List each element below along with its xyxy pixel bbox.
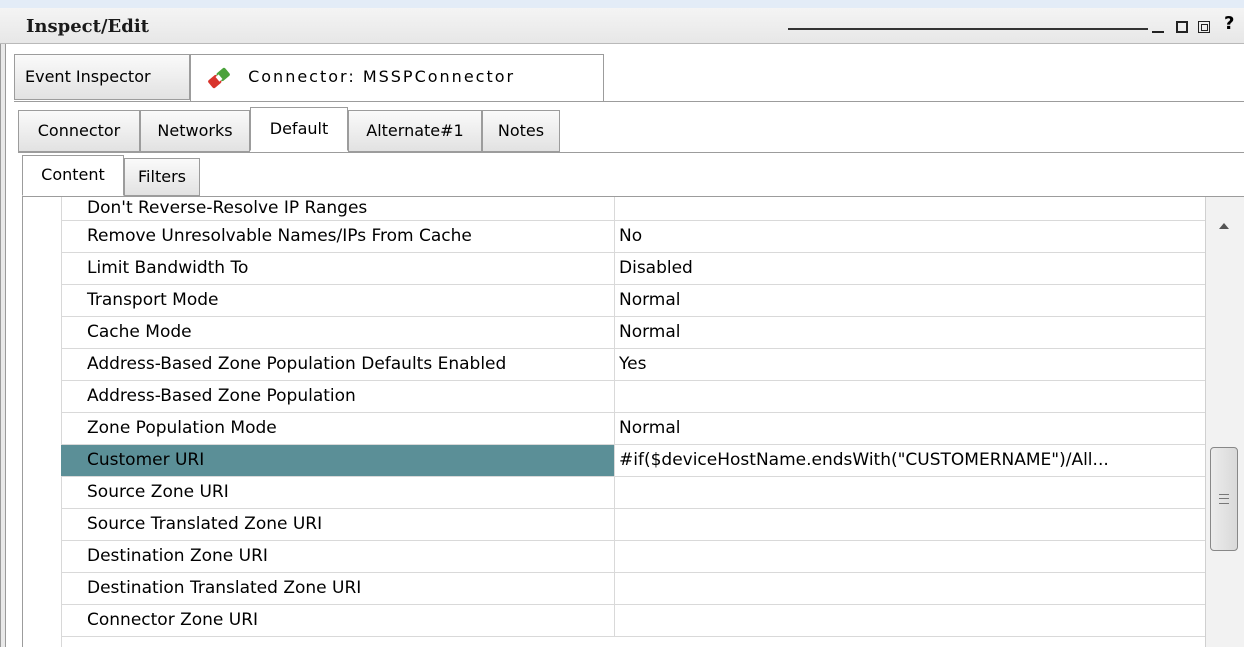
tab-filters[interactable]: Filters xyxy=(124,158,200,196)
property-name: Source Zone URI xyxy=(61,477,615,508)
property-name: Limit Bandwidth To xyxy=(61,253,615,284)
property-value[interactable] xyxy=(615,541,1205,572)
tab-notes[interactable]: Notes xyxy=(482,110,560,152)
titlebar-drag-handle[interactable] xyxy=(788,28,1148,30)
property-value[interactable]: No xyxy=(615,221,1205,252)
tab-bar-divider xyxy=(14,101,1244,102)
vertical-scrollbar[interactable] xyxy=(1205,197,1244,647)
panel-titlebar[interactable]: Inspect/Edit ? xyxy=(0,0,1244,44)
property-value[interactable]: Yes xyxy=(615,349,1205,380)
property-row[interactable]: Destination Translated Zone URI xyxy=(61,573,1205,605)
property-value[interactable] xyxy=(615,477,1205,508)
property-grid: Don't Reverse-Resolve IP Ranges Remove U… xyxy=(22,197,1244,647)
property-row[interactable]: Remove Unresolvable Names/IPs From Cache… xyxy=(61,221,1205,253)
property-value[interactable] xyxy=(615,605,1205,636)
property-row[interactable]: Address-Based Zone Population Defaults E… xyxy=(61,349,1205,381)
property-value[interactable]: Normal xyxy=(615,413,1205,444)
tab-event-inspector[interactable]: Event Inspector xyxy=(14,54,190,100)
panel-title: Inspect/Edit xyxy=(26,16,149,37)
property-grid-gutter xyxy=(23,197,62,647)
property-row[interactable]: Source Zone URI xyxy=(61,477,1205,509)
restore-icon[interactable] xyxy=(1198,21,1210,33)
property-row[interactable]: Cache Mode Normal xyxy=(61,317,1205,349)
tab-networks[interactable]: Networks xyxy=(140,110,250,152)
property-name: Transport Mode xyxy=(61,285,615,316)
property-row[interactable]: Zone Population Mode Normal xyxy=(61,413,1205,445)
property-row[interactable]: Don't Reverse-Resolve IP Ranges xyxy=(61,197,1205,221)
maximize-icon[interactable] xyxy=(1176,21,1188,33)
property-value[interactable] xyxy=(615,573,1205,604)
panel-left-border xyxy=(0,44,6,647)
tab-alternate-1[interactable]: Alternate#1 xyxy=(348,110,482,152)
property-name: Address-Based Zone Population Defaults E… xyxy=(61,349,615,380)
property-name: Connector Zone URI xyxy=(61,605,615,636)
property-name: Destination Zone URI xyxy=(61,541,615,572)
property-value[interactable] xyxy=(615,381,1205,412)
property-row[interactable]: Limit Bandwidth To Disabled xyxy=(61,253,1205,285)
property-name: Cache Mode xyxy=(61,317,615,348)
property-name: Customer URI xyxy=(61,445,615,476)
scroll-up-arrow-icon[interactable] xyxy=(1219,223,1229,229)
connector-icon xyxy=(208,67,230,88)
property-value[interactable]: #if($deviceHostName.endsWith("CUSTOMERNA… xyxy=(615,445,1205,476)
tab-connector[interactable]: Connector xyxy=(18,110,140,152)
minimize-icon[interactable] xyxy=(1152,21,1166,33)
property-row[interactable]: Connector Zone URI xyxy=(61,605,1205,637)
property-name: Don't Reverse-Resolve IP Ranges xyxy=(61,197,615,220)
tab-content[interactable]: Content xyxy=(22,155,124,196)
property-row-selected[interactable]: Customer URI #if($deviceHostName.endsWit… xyxy=(61,445,1205,477)
property-name: Address-Based Zone Population xyxy=(61,381,615,412)
property-row[interactable]: Transport Mode Normal xyxy=(61,285,1205,317)
property-value[interactable]: Normal xyxy=(615,285,1205,316)
tab-label: Event Inspector xyxy=(25,67,151,86)
property-name: Destination Translated Zone URI xyxy=(61,573,615,604)
tab-connector-mssp[interactable]: Connector: MSSPConnector xyxy=(190,54,604,102)
property-name: Zone Population Mode xyxy=(61,413,615,444)
tab-bar-divider xyxy=(18,152,1244,153)
help-icon[interactable]: ? xyxy=(1224,13,1234,34)
property-name: Remove Unresolvable Names/IPs From Cache xyxy=(61,221,615,252)
property-rows: Don't Reverse-Resolve IP Ranges Remove U… xyxy=(61,197,1205,637)
property-value[interactable] xyxy=(615,509,1205,540)
property-row[interactable]: Address-Based Zone Population xyxy=(61,381,1205,413)
property-row[interactable]: Destination Zone URI xyxy=(61,541,1205,573)
property-row[interactable]: Source Translated Zone URI xyxy=(61,509,1205,541)
property-value[interactable] xyxy=(615,197,1205,220)
tab-label: Connector: MSSPConnector xyxy=(248,67,516,86)
scrollbar-thumb[interactable] xyxy=(1210,447,1238,551)
property-name: Source Translated Zone URI xyxy=(61,509,615,540)
property-value[interactable]: Disabled xyxy=(615,253,1205,284)
property-value[interactable]: Normal xyxy=(615,317,1205,348)
grip-icon xyxy=(1219,494,1229,504)
tab-default[interactable]: Default xyxy=(250,107,348,151)
